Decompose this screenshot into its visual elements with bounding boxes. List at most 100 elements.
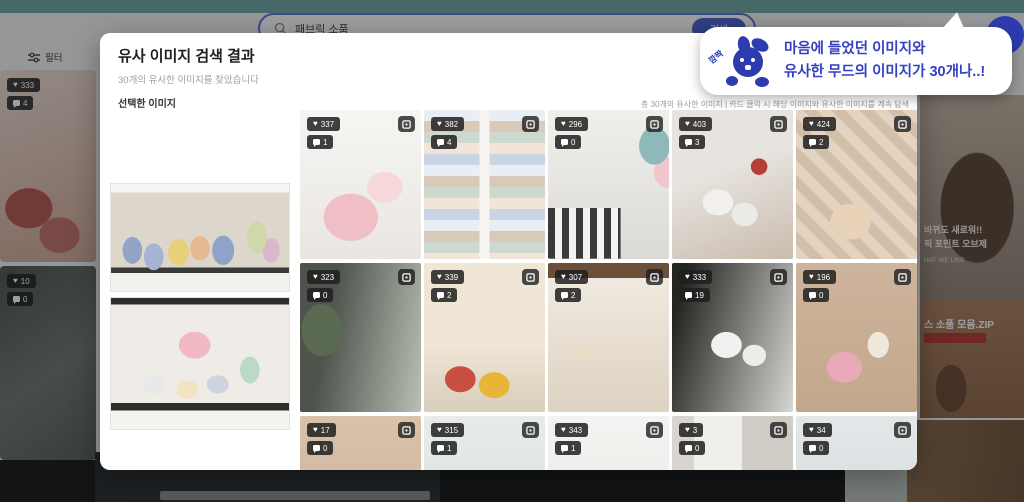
heart-icon: ♥ — [313, 119, 318, 128]
comment-badge: 2 — [555, 288, 582, 302]
modal-subtitle: 30개의 유사한 이미지를 찾았습니다 — [118, 75, 259, 86]
similar-image-grid: ♥337 1 ♥382 4 ♥296 0 ♥403 3 ♥424 2 — [300, 110, 917, 470]
similar-image-card[interactable]: ♥ 307 2 — [548, 263, 669, 412]
like-badge: ♥ 296 — [555, 117, 589, 131]
similar-image-card[interactable]: ♥ 3 0 — [672, 416, 793, 470]
comment-badge: 0 — [803, 288, 830, 302]
similar-image-search-modal: 유사 이미지 검색 결과 30개의 유사한 이미지를 찾았습니다 선택한 이미지… — [100, 33, 917, 470]
heart-icon: ♥ — [437, 119, 442, 128]
heart-icon: ♥ — [685, 425, 690, 434]
comment-icon — [313, 139, 320, 147]
similar-image-card[interactable]: ♥ 339 2 — [424, 263, 545, 412]
bookmark-icon[interactable] — [770, 116, 787, 132]
like-badge: ♥ 339 — [431, 270, 465, 284]
mascot-speech-bubble: 깜짝 마음에 들었던 이미지와 유사한 무드의 이미지가 30개나..! — [700, 9, 1012, 95]
similar-image-card[interactable]: ♥ 323 0 — [300, 263, 421, 412]
bookmark-icon[interactable] — [646, 422, 663, 438]
comment-badge: 2 — [431, 288, 458, 302]
bookmark-icon[interactable] — [770, 422, 787, 438]
selected-image-bottom — [110, 297, 290, 430]
similar-image-card[interactable]: ♥ 343 1 — [548, 416, 669, 470]
like-badge: ♥ 333 — [679, 270, 713, 284]
heart-icon: ♥ — [561, 425, 566, 434]
similar-image-card[interactable]: ♥ 315 1 — [424, 416, 545, 470]
heart-icon: ♥ — [313, 425, 318, 434]
like-badge: ♥ 307 — [555, 270, 589, 284]
similar-image-card[interactable]: ♥ 17 0 — [300, 416, 421, 470]
grid-note: 총 30개의 유사한 이미지 | 카드 클릭 시 해당 이미지와 유사한 이미지… — [640, 100, 909, 109]
bookmark-icon[interactable] — [894, 269, 911, 285]
comment-badge: 4 — [431, 135, 458, 149]
comment-badge: 0 — [307, 441, 334, 455]
similar-image-card[interactable]: ♥ 382 4 — [424, 110, 545, 259]
comment-badge: 3 — [679, 135, 706, 149]
comment-badge: 19 — [679, 288, 710, 302]
modal-title: 유사 이미지 검색 결과 — [118, 48, 255, 65]
comment-icon — [561, 139, 568, 147]
bookmark-icon[interactable] — [522, 116, 539, 132]
similar-image-card[interactable]: ♥ 196 0 — [796, 263, 917, 412]
bookmark-icon[interactable] — [894, 116, 911, 132]
screen: 패브릭 소품 검색 필터 ♥333 4 ♥10 0 바뀌도 새로워!! 픽 포인… — [0, 0, 1024, 502]
comment-icon — [313, 292, 320, 300]
like-badge: ♥ 17 — [307, 423, 336, 437]
heart-icon: ♥ — [313, 272, 318, 281]
comment-icon — [809, 445, 816, 453]
like-badge: ♥ 403 — [679, 117, 713, 131]
comment-badge: 0 — [803, 441, 830, 455]
bookmark-icon[interactable] — [894, 422, 911, 438]
comment-badge: 1 — [431, 441, 458, 455]
comment-badge: 0 — [679, 441, 706, 455]
comment-badge: 1 — [307, 135, 334, 149]
comment-badge: 2 — [803, 135, 830, 149]
bookmark-icon[interactable] — [398, 422, 415, 438]
comment-badge: 0 — [307, 288, 334, 302]
comment-icon — [809, 292, 816, 300]
heart-icon: ♥ — [437, 425, 442, 434]
bookmark-icon[interactable] — [398, 269, 415, 285]
like-badge: ♥ 34 — [803, 423, 832, 437]
similar-image-card[interactable]: ♥ 403 3 — [672, 110, 793, 259]
heart-icon: ♥ — [561, 119, 566, 128]
comment-icon — [561, 445, 568, 453]
heart-icon: ♥ — [809, 425, 814, 434]
similar-image-card[interactable]: ♥ 424 2 — [796, 110, 917, 259]
like-badge: ♥ 323 — [307, 270, 341, 284]
comment-badge: 1 — [555, 441, 582, 455]
similar-image-card[interactable]: ♥ 296 0 — [548, 110, 669, 259]
comment-icon — [313, 445, 320, 453]
similar-image-card[interactable]: ♥ 34 0 — [796, 416, 917, 470]
like-badge: ♥ 424 — [803, 117, 837, 131]
comment-icon — [685, 292, 692, 300]
heart-icon: ♥ — [809, 272, 814, 281]
like-badge: ♥ 382 — [431, 117, 465, 131]
comment-icon — [685, 139, 692, 147]
comment-badge: 0 — [555, 135, 582, 149]
like-badge: ♥ 3 — [679, 423, 704, 437]
bookmark-icon[interactable] — [522, 422, 539, 438]
comment-icon — [685, 445, 692, 453]
speech-line-2: 유사한 무드의 이미지가 30개나..! — [784, 64, 986, 81]
comment-icon — [437, 445, 444, 453]
heart-icon: ♥ — [685, 119, 690, 128]
similar-image-card[interactable]: ♥ 337 1 — [300, 110, 421, 259]
heart-icon: ♥ — [561, 272, 566, 281]
comment-icon — [809, 139, 816, 147]
comment-icon — [437, 292, 444, 300]
like-badge: ♥ 196 — [803, 270, 837, 284]
speech-line-1: 마음에 들었던 이미지와 — [784, 41, 926, 57]
bookmark-icon[interactable] — [646, 269, 663, 285]
like-badge: ♥ 343 — [555, 423, 589, 437]
comment-icon — [437, 139, 444, 147]
bookmark-icon[interactable] — [770, 269, 787, 285]
like-badge: ♥ 337 — [307, 117, 341, 131]
heart-icon: ♥ — [685, 272, 690, 281]
bookmark-icon[interactable] — [398, 116, 415, 132]
comment-icon — [561, 292, 568, 300]
speech-bubble-text: 마음에 들었던 이미지와 유사한 무드의 이미지가 30개나..! — [784, 38, 985, 84]
similar-image-card[interactable]: ♥ 333 19 — [672, 263, 793, 412]
bookmark-icon[interactable] — [522, 269, 539, 285]
heart-icon: ♥ — [437, 272, 442, 281]
bookmark-icon[interactable] — [646, 116, 663, 132]
like-badge: ♥ 315 — [431, 423, 465, 437]
